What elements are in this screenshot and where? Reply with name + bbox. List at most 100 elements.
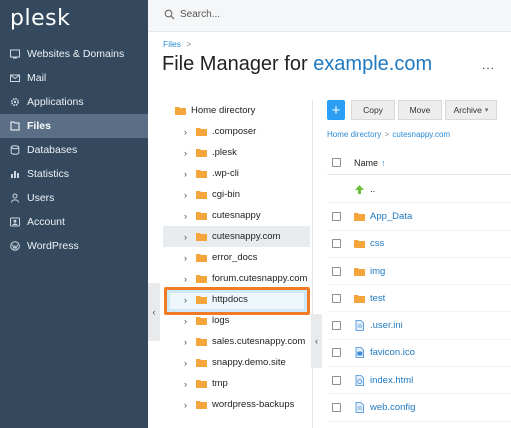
- tree-item[interactable]: › forum.cutesnappy.com: [163, 268, 310, 289]
- tree-item[interactable]: › logs: [163, 310, 310, 331]
- tree-item-label: cutesnappy: [212, 210, 261, 221]
- tree-item[interactable]: › .wp-cli: [163, 163, 310, 184]
- sidebar-item-users[interactable]: Users: [0, 186, 148, 210]
- user-icon: [10, 193, 20, 203]
- file-name-link[interactable]: favicon.ico: [370, 347, 415, 358]
- file-name-link[interactable]: test: [370, 293, 385, 304]
- file-row[interactable]: .user.ini: [327, 312, 511, 340]
- chevron-right-icon[interactable]: ›: [184, 148, 192, 158]
- plesk-logo[interactable]: plesk: [10, 6, 70, 31]
- chevron-right-icon[interactable]: ›: [184, 169, 192, 179]
- page-title: File Manager for example.com: [162, 53, 432, 76]
- sidebar-item-mail[interactable]: Mail: [0, 66, 148, 90]
- tree-item[interactable]: › httpdocs: [163, 289, 310, 310]
- column-name-header[interactable]: Name: [354, 158, 378, 168]
- chevron-right-icon[interactable]: ›: [184, 379, 192, 389]
- chevron-right-icon[interactable]: ›: [184, 274, 192, 284]
- folder-icon: [354, 238, 365, 249]
- folder-icon: [196, 232, 207, 241]
- chevron-right-icon[interactable]: ›: [184, 337, 192, 347]
- file-name-link[interactable]: index.html: [370, 375, 413, 386]
- search-box: [164, 9, 330, 20]
- row-checkbox[interactable]: [332, 348, 341, 358]
- row-checkbox[interactable]: [332, 293, 341, 303]
- chevron-right-icon[interactable]: ›: [184, 232, 192, 242]
- folder-icon: [196, 253, 207, 262]
- chevron-right-icon[interactable]: ›: [184, 127, 192, 137]
- file-name-link[interactable]: App_Data: [370, 211, 412, 222]
- file-name-link[interactable]: .user.ini: [370, 320, 403, 331]
- path-home-link[interactable]: Home directory: [327, 130, 381, 139]
- row-checkbox[interactable]: [332, 375, 341, 385]
- tree-item-label: httpdocs: [212, 294, 248, 305]
- file-row[interactable]: web.config: [327, 394, 511, 422]
- sidebar-item-applications[interactable]: Applications: [0, 90, 148, 114]
- folder-icon: [354, 266, 365, 277]
- move-button[interactable]: Move: [398, 100, 442, 120]
- file-row[interactable]: test: [327, 285, 511, 313]
- sidebar-item-statistics[interactable]: Statistics: [0, 162, 148, 186]
- file-name-link[interactable]: img: [370, 266, 385, 277]
- file-row[interactable]: index.html: [327, 367, 511, 395]
- row-checkbox[interactable]: [332, 266, 341, 276]
- tree-item[interactable]: › cgi-bin: [163, 184, 310, 205]
- tree-root[interactable]: Home directory: [163, 100, 310, 121]
- breadcrumb-files-link[interactable]: Files: [163, 39, 181, 49]
- sidebar-item-files[interactable]: Files: [0, 114, 148, 138]
- tree-item[interactable]: › cutesnappy: [163, 205, 310, 226]
- copy-button[interactable]: Copy: [351, 100, 395, 120]
- tree-item[interactable]: › .composer: [163, 121, 310, 142]
- file-name-link[interactable]: ..: [370, 184, 375, 195]
- sidebar-item-account[interactable]: Account: [0, 210, 148, 234]
- panel-splitter[interactable]: [312, 100, 313, 428]
- chevron-right-icon[interactable]: ›: [184, 295, 192, 305]
- tree-item[interactable]: › .plesk: [163, 142, 310, 163]
- folder-icon: [196, 316, 207, 325]
- chevron-right-icon[interactable]: ›: [184, 253, 192, 263]
- add-button[interactable]: +: [327, 100, 345, 120]
- sidebar-item-websites-domains[interactable]: Websites & Domains: [0, 42, 148, 66]
- row-checkbox[interactable]: [332, 239, 341, 249]
- chevron-right-icon[interactable]: ›: [184, 211, 192, 221]
- tree-item[interactable]: › cutesnappy.com: [163, 226, 310, 247]
- archive-button[interactable]: Archive ▾: [445, 100, 497, 120]
- sidebar-item-wordpress[interactable]: WordPress: [0, 234, 148, 258]
- page-title-domain[interactable]: example.com: [313, 53, 432, 75]
- tree-item[interactable]: › tmp: [163, 373, 310, 394]
- sort-arrow-icon[interactable]: ↑: [381, 158, 386, 168]
- file-row[interactable]: App_Data: [327, 203, 511, 231]
- row-checkbox[interactable]: [332, 211, 341, 221]
- row-checkbox[interactable]: [332, 403, 341, 413]
- chevron-right-icon[interactable]: ›: [184, 400, 192, 410]
- more-actions-button[interactable]: ...: [482, 58, 495, 72]
- file-name-link[interactable]: web.config: [370, 402, 415, 413]
- directory-tree: Home directory › .composer › .plesk › .wp-cli…: [163, 100, 310, 415]
- sidebar-item-databases[interactable]: Databases: [0, 138, 148, 162]
- tree-item[interactable]: › error_docs: [163, 247, 310, 268]
- path-current[interactable]: cutesnappy.com: [392, 130, 450, 139]
- collapse-sidebar-button[interactable]: ‹: [148, 283, 160, 341]
- chevron-down-icon: ▾: [484, 107, 489, 114]
- collapse-tree-button[interactable]: ‹: [311, 314, 322, 368]
- file-toolbar: + Copy Move Archive ▾: [327, 100, 500, 120]
- file-row[interactable]: css: [327, 231, 511, 258]
- row-checkbox[interactable]: [332, 321, 341, 331]
- file-list-header: Name ↑: [327, 151, 511, 175]
- chevron-right-icon[interactable]: ›: [184, 190, 192, 200]
- folder-icon: [196, 127, 207, 136]
- tree-item-label: tmp: [212, 378, 228, 389]
- file-name-link[interactable]: css: [370, 238, 384, 249]
- file-row[interactable]: favicon.ico: [327, 340, 511, 368]
- chevron-right-icon[interactable]: ›: [184, 358, 192, 368]
- search-input[interactable]: [180, 9, 330, 20]
- chevron-right-icon[interactable]: ›: [184, 316, 192, 326]
- file-row[interactable]: img: [327, 258, 511, 286]
- sidebar-item-label: Mail: [27, 72, 47, 84]
- tree-item[interactable]: › wordpress-backups: [163, 394, 310, 415]
- sidebar-item-label: Applications: [27, 96, 84, 108]
- tree-item[interactable]: › snappy.demo.site: [163, 352, 310, 373]
- tree-item[interactable]: › sales.cutesnappy.com: [163, 331, 310, 352]
- select-all-checkbox[interactable]: [332, 158, 341, 167]
- parent-directory-row[interactable]: ..: [327, 176, 511, 204]
- path-breadcrumb: Home directory > cutesnappy.com: [327, 130, 450, 139]
